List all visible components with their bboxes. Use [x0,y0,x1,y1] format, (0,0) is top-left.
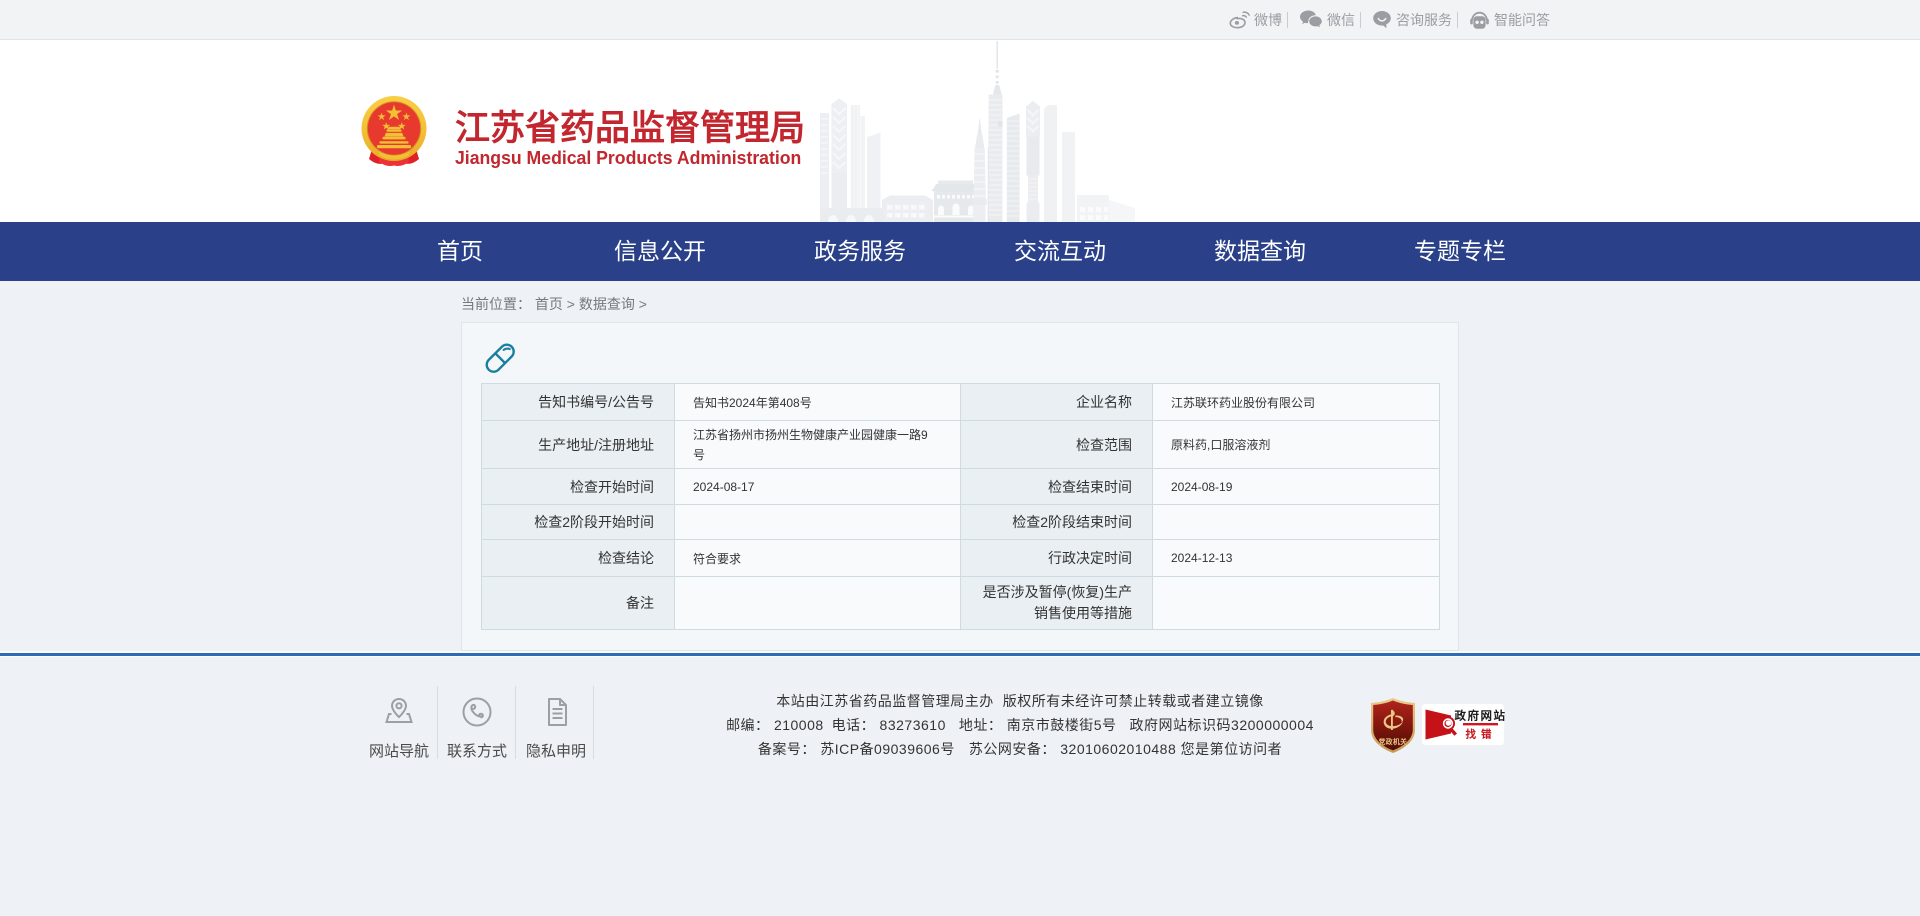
svg-text:找错: 找错 [1466,728,1497,741]
svg-text:政府网站: 政府网站 [1455,709,1506,723]
svg-text:党政机关: 党政机关 [1379,737,1408,746]
